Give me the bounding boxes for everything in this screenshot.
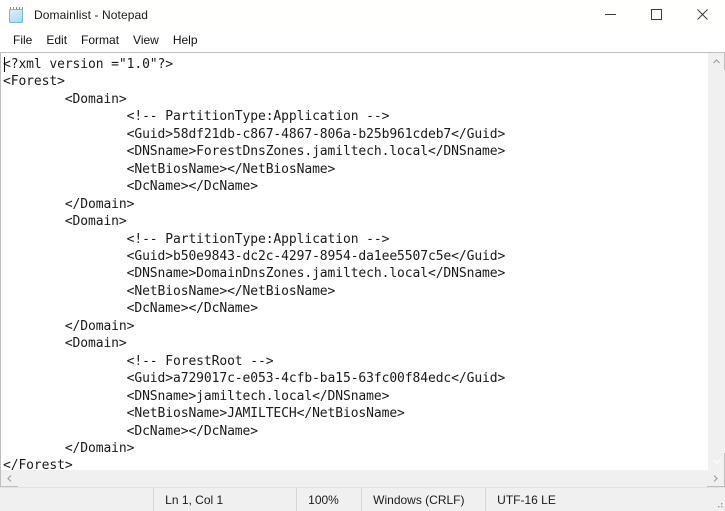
window-title: Domainlist - Notepad bbox=[34, 7, 149, 22]
menu-item-format[interactable]: Format bbox=[74, 31, 126, 50]
vertical-scrollbar[interactable] bbox=[707, 53, 725, 470]
close-button[interactable] bbox=[679, 0, 725, 29]
status-zoom-level[interactable]: 100% bbox=[296, 488, 361, 511]
notepad-window: Domainlist - Notepad File Edit Format Vi… bbox=[0, 0, 725, 511]
horizontal-scroll-thumb[interactable] bbox=[18, 469, 707, 487]
editor-content: <?xml version ="1.0"?> <Forest> <Domain>… bbox=[3, 57, 506, 470]
vertical-scroll-thumb[interactable] bbox=[707, 70, 725, 453]
scroll-left-arrow[interactable] bbox=[1, 470, 18, 487]
menu-item-help[interactable]: Help bbox=[166, 31, 205, 50]
menu-item-file[interactable]: File bbox=[6, 31, 39, 50]
window-controls bbox=[587, 0, 725, 29]
editor-region: <?xml version ="1.0"?> <Forest> <Domain>… bbox=[0, 52, 725, 487]
status-encoding: UTF-16 LE bbox=[485, 488, 709, 511]
scroll-right-arrow[interactable] bbox=[707, 470, 724, 487]
menu-item-edit[interactable]: Edit bbox=[39, 31, 74, 50]
resize-grip-icon[interactable] bbox=[709, 488, 725, 511]
edit-row: <?xml version ="1.0"?> <Forest> <Domain>… bbox=[0, 52, 725, 470]
maximize-button[interactable] bbox=[633, 0, 679, 29]
status-bar: Ln 1, Col 1 100% Windows (CRLF) UTF-16 L… bbox=[0, 487, 725, 511]
minimize-button[interactable] bbox=[587, 0, 633, 29]
status-cursor-position: Ln 1, Col 1 bbox=[153, 488, 296, 511]
menu-bar: File Edit Format View Help bbox=[0, 30, 725, 52]
scroll-down-arrow[interactable] bbox=[708, 453, 725, 470]
text-editor[interactable]: <?xml version ="1.0"?> <Forest> <Domain>… bbox=[1, 53, 707, 470]
menu-item-view[interactable]: View bbox=[126, 31, 166, 50]
text-caret bbox=[4, 57, 5, 72]
scroll-up-arrow[interactable] bbox=[708, 53, 725, 70]
notepad-icon bbox=[9, 6, 25, 23]
status-line-ending: Windows (CRLF) bbox=[361, 488, 485, 511]
status-spacer bbox=[0, 488, 153, 511]
horizontal-scrollbar[interactable] bbox=[0, 469, 725, 487]
title-bar[interactable]: Domainlist - Notepad bbox=[0, 0, 725, 30]
